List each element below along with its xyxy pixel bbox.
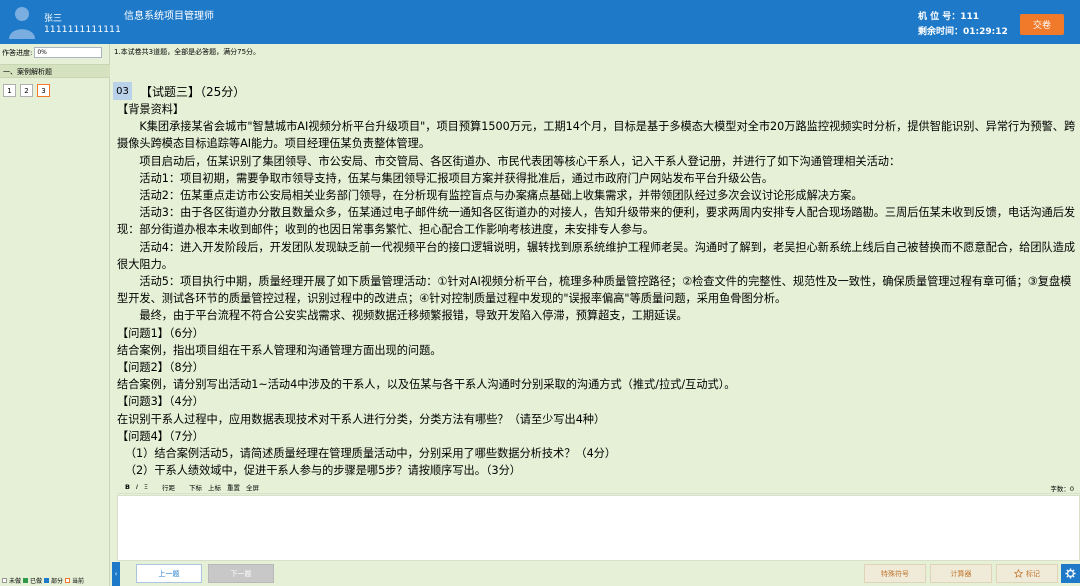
prev-question-button[interactable]: 上一题 — [136, 564, 202, 583]
seat-number: 机 位 号：111 — [918, 12, 980, 22]
star-icon — [1014, 569, 1023, 578]
question-4-sub-2: （2）干系人绩效域中，促进干系人参与的步骤是哪5步？请按顺序写出。（3分） — [124, 464, 521, 478]
question-nav-1[interactable]: 1 — [3, 84, 16, 97]
mark-label: 标记 — [1026, 569, 1040, 578]
settings-button[interactable] — [1061, 564, 1080, 583]
align-button[interactable]: Ξ — [144, 483, 148, 491]
question-number-badge: 03 — [113, 82, 132, 100]
progress-row: 作答进度: 0% — [2, 47, 103, 58]
status-legend: 未做 已做 部分 当前 — [2, 576, 84, 585]
italic-button[interactable]: I — [136, 483, 138, 491]
paragraph-activity-5: 活动5：项目执行中期，质量经理开展了如下质量管理活动：①针对AI视频分析平台，梳… — [117, 275, 1072, 306]
question-body: 【背景资料】 K集团承接某省会城市"智慧城市AI视频分析平台升级项目"，项目预算… — [117, 101, 1079, 479]
question-2-text: 结合案例，请分别写出活动1~活动4中涉及的干系人，以及伍某与各干系人沟通时分别采… — [117, 378, 736, 392]
bold-button[interactable]: B — [125, 483, 130, 491]
remaining-time: 剩余时间：01:29:12 — [918, 27, 1008, 37]
question-1-text: 结合案例，指出项目组在干系人管理和沟通管理方面出现的问题。 — [117, 343, 442, 357]
calculator-button[interactable]: 计算器 — [930, 564, 992, 583]
user-name: 张三 — [44, 14, 63, 24]
avatar-icon — [9, 7, 35, 39]
chevron-left-icon: ‹ — [114, 570, 118, 578]
exam-title: 信息系统项目管理师 — [124, 11, 214, 22]
paragraph-activity-4: 活动4：进入开发阶段后，开发团队发现缺乏前一代视频平台的接口逻辑说明，辗转找到原… — [117, 240, 1076, 271]
paragraph-activity-3: 活动3：由于各区街道办分散且数量众多，伍某通过电子邮件统一通知各区街道办的对接人… — [117, 206, 1076, 237]
word-count: 字数：0 — [1050, 485, 1074, 493]
superscript-button[interactable]: 上标 — [208, 482, 221, 492]
question-3-text: 在识别干系人过程中，应用数据表现技术对干系人进行分类，分类方法有哪些？（请至少写… — [117, 412, 606, 426]
question-3-heading: 【问题3】（4分） — [117, 395, 204, 409]
reset-button[interactable]: 重置 — [227, 482, 240, 492]
fullscreen-button[interactable]: 全屏 — [246, 482, 259, 492]
collapse-sidebar-toggle[interactable]: ‹ — [112, 562, 120, 586]
background-heading: 【背景资料】 — [117, 103, 185, 116]
paragraph-activity-1: 活动1：项目初期，需要争取市领导支持，伍某与集团领导汇报项目方案并获得批准后，通… — [139, 171, 774, 185]
user-id: 1111111111111 — [44, 25, 122, 35]
legend-done-swatch — [23, 578, 29, 583]
question-nav-2[interactable]: 2 — [20, 84, 33, 97]
special-symbols-button[interactable]: 特殊符号 — [864, 564, 926, 583]
question-number-list: 1 2 3 — [3, 84, 50, 97]
top-header: 张三 1111111111111 信息系统项目管理师 机 位 号：111 剩余时… — [0, 0, 1080, 44]
answer-textarea[interactable] — [117, 495, 1080, 561]
editor-toolbar: B I Ξ 行距 下标 上标 重置 全屏 字数：0 — [117, 480, 1080, 494]
question-2-heading: 【问题2】（8分） — [117, 361, 204, 375]
submit-exam-button[interactable]: 交卷 — [1020, 14, 1064, 35]
question-4-heading: 【问题4】（7分） — [117, 429, 204, 443]
question-title: 【试题三】（25分） — [140, 85, 246, 99]
gear-icon — [1065, 568, 1076, 579]
section-header[interactable]: 一、案例解析题 — [0, 64, 110, 78]
progress-label: 作答进度: — [2, 48, 33, 57]
next-question-button[interactable]: 下一题 — [208, 564, 274, 583]
subscript-button[interactable]: 下标 — [189, 482, 202, 492]
mark-button[interactable]: 标记 — [996, 564, 1058, 583]
question-nav-3[interactable]: 3 — [37, 84, 50, 97]
paragraph-intro: K集团承接某省会城市"智慧城市AI视频分析平台升级项目"，项目预算1500万元，… — [117, 120, 1076, 151]
paragraph-activity-2: 活动2：伍某重点走访市公安局相关业务部门领导，在分析现有监控盲点与办案痛点基础上… — [139, 189, 863, 203]
progress-value: 0% — [34, 47, 103, 58]
legend-partial-swatch — [44, 578, 50, 583]
exam-instructions: 1.本试卷共3道题，全部是必答题，满分75分。 — [114, 48, 261, 56]
paragraph-final: 最终，由于平台流程不符合公安实战需求、视频数据迁移频繁报错，导致开发陷入停滞，预… — [139, 309, 688, 323]
legend-current-swatch — [65, 578, 71, 583]
question-1-heading: 【问题1】（6分） — [117, 326, 204, 340]
sidebar — [0, 44, 110, 586]
question-4-sub-1: （1）结合案例活动5，请简述质量经理在管理质量活动中，分别采用了哪些数据分析技术… — [124, 447, 617, 461]
legend-undone-swatch — [2, 578, 7, 583]
paragraph-stakeholders: 项目启动后，伍某识别了集团领导、市公安局、市交管局、各区街道办、市民代表团等核心… — [139, 154, 901, 168]
line-spacing-button[interactable]: 行距 — [162, 482, 175, 492]
